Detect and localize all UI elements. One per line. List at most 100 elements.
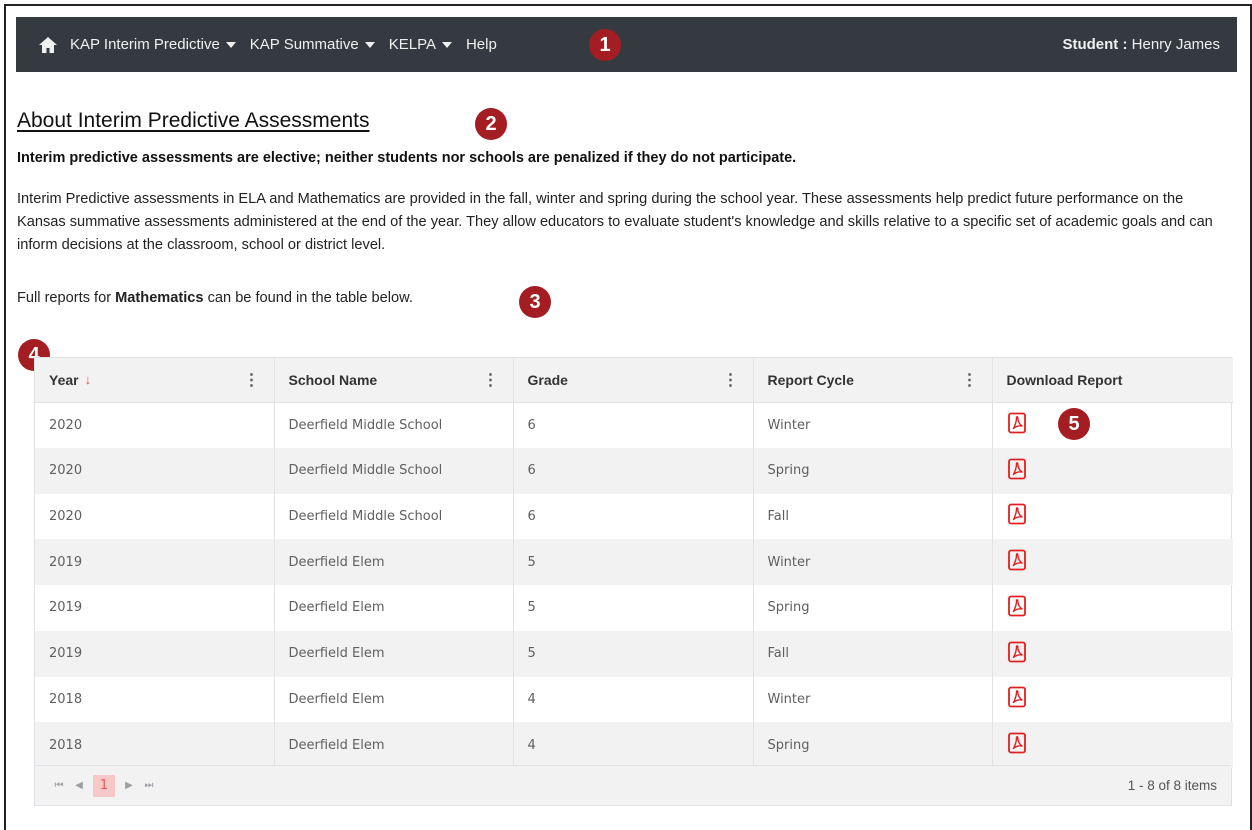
nav-kap-summative-label: KAP Summative	[249, 36, 359, 53]
report-cycle-cell: Spring	[753, 447, 993, 494]
download-report-cell	[992, 402, 1233, 448]
intro-paragraph: Interim Predictive assessments in ELA an…	[17, 191, 1213, 253]
next-page-button[interactable]: ▶	[119, 780, 139, 791]
pdf-icon[interactable]	[1007, 641, 1027, 667]
last-page-button[interactable]: ⏭	[139, 780, 159, 791]
grade-cell: 5	[513, 585, 754, 631]
table-body: 2020 Deerfield Middle School 6 Winter 2020 De…	[35, 402, 1233, 768]
column-header-grade[interactable]: Grade ⋮	[513, 358, 754, 403]
pdf-icon[interactable]	[1007, 412, 1027, 438]
page-number-1[interactable]: 1	[93, 774, 115, 797]
pdf-icon[interactable]	[1007, 686, 1027, 712]
year-cell: 2018	[35, 722, 275, 768]
grade-cell: 6	[513, 447, 754, 494]
elective-notice: Interim predictive assessments are elect…	[17, 150, 797, 166]
column-menu-icon[interactable]: ⋮	[483, 370, 499, 390]
callout-badge-1: 1	[589, 29, 621, 61]
prev-page-button[interactable]: ◀	[69, 780, 89, 791]
pagination-info: 1 - 8 of 8 items	[1127, 778, 1217, 793]
chevron-down-icon	[441, 41, 452, 48]
nav-kap-interim-predictive-label: KAP Interim Predictive	[70, 36, 220, 53]
table-row: 2019 Deerfield Elem 5 Fall	[35, 630, 1233, 677]
report-cycle-cell: Spring	[753, 722, 993, 768]
student-name-value: Henry James	[1131, 36, 1220, 53]
column-header-download-report: Download Report	[992, 358, 1233, 403]
grade-cell: 4	[513, 722, 754, 768]
school-name-cell: Deerfield Elem	[274, 630, 514, 677]
table-row: 2020 Deerfield Middle School 6 Winter	[35, 402, 1233, 448]
reports-subject: Mathematics	[115, 290, 204, 306]
download-report-cell	[992, 585, 1233, 631]
school-name-cell: Deerfield Elem	[274, 585, 514, 631]
column-header-grade-label: Grade	[527, 371, 568, 388]
pagination-bar: ⏮ ◀ 1 ▶ ⏭ 1 - 8 of 8 items	[35, 765, 1231, 805]
pdf-icon[interactable]	[1007, 595, 1027, 621]
pdf-icon[interactable]	[1007, 458, 1027, 484]
nav-kap-summative[interactable]: KAP Summative	[250, 36, 375, 53]
report-cycle-cell: Fall	[753, 493, 993, 540]
school-name-cell: Deerfield Middle School	[274, 447, 514, 494]
year-cell: 2020	[35, 493, 275, 540]
reports-grid: Year ↓ ⋮ School Name ⋮ Grade ⋮ Report Cy…	[34, 357, 1233, 806]
callout-badge-3: 3	[519, 286, 551, 318]
year-cell: 2020	[35, 447, 275, 494]
year-cell: 2019	[35, 585, 275, 631]
chevron-down-icon	[364, 41, 375, 48]
first-page-button[interactable]: ⏮	[49, 780, 69, 791]
column-header-school-label: School Name	[288, 371, 378, 388]
reports-table: Year ↓ ⋮ School Name ⋮ Grade ⋮ Report Cy…	[35, 358, 1233, 768]
chevron-down-icon	[225, 41, 236, 48]
column-menu-icon[interactable]: ⋮	[723, 370, 739, 390]
nav-help[interactable]: Help	[466, 36, 497, 53]
reports-suffix: can be found in the table below.	[207, 290, 413, 306]
report-cycle-cell: Winter	[753, 402, 993, 448]
download-report-cell	[992, 630, 1233, 677]
pdf-icon[interactable]	[1007, 503, 1027, 529]
school-name-cell: Deerfield Middle School	[274, 493, 514, 540]
school-name-cell: Deerfield Elem	[274, 676, 514, 723]
table-row: 2018 Deerfield Elem 4 Winter	[35, 676, 1233, 723]
nav-kelpa-label: KELPA	[388, 36, 436, 53]
report-cycle-cell: Spring	[753, 585, 993, 631]
pdf-icon[interactable]	[1007, 549, 1027, 575]
table-row: 2019 Deerfield Elem 5 Winter	[35, 539, 1233, 585]
column-header-year[interactable]: Year ↓ ⋮	[35, 358, 275, 403]
home-icon[interactable]	[38, 34, 60, 56]
school-name-cell: Deerfield Elem	[274, 722, 514, 768]
reports-description: Full reports for Mathematics can be foun…	[17, 290, 413, 306]
column-header-report-cycle[interactable]: Report Cycle ⋮	[753, 358, 993, 403]
download-report-cell	[992, 494, 1233, 540]
column-header-year-label: Year	[49, 371, 79, 388]
column-menu-icon[interactable]: ⋮	[244, 370, 260, 390]
table-header-row: Year ↓ ⋮ School Name ⋮ Grade ⋮ Report Cy…	[35, 358, 1233, 403]
year-cell: 2019	[35, 539, 275, 585]
grade-cell: 5	[513, 630, 754, 677]
report-cycle-cell: Winter	[753, 539, 993, 585]
table-row: 2019 Deerfield Elem 5 Spring	[35, 585, 1233, 631]
column-menu-icon[interactable]: ⋮	[962, 370, 978, 390]
year-cell: 2020	[35, 402, 275, 448]
grade-cell: 4	[513, 676, 754, 723]
column-header-school-name[interactable]: School Name ⋮	[274, 358, 514, 403]
nav-kelpa[interactable]: KELPA	[389, 36, 452, 53]
student-name: Student : Henry James	[1062, 36, 1220, 53]
table-row: 2018 Deerfield Elem 4 Spring	[35, 722, 1233, 768]
top-navbar: KAP Interim Predictive KAP Summative KEL…	[16, 17, 1237, 72]
year-cell: 2018	[35, 676, 275, 723]
column-header-download-label: Download Report	[1006, 371, 1123, 388]
sort-desc-icon: ↓	[84, 372, 92, 388]
download-report-cell	[992, 447, 1233, 494]
table-row: 2020 Deerfield Middle School 6 Fall	[35, 493, 1233, 540]
callout-badge-5: 5	[1058, 408, 1090, 440]
table-row: 2020 Deerfield Middle School 6 Spring	[35, 447, 1233, 494]
report-cycle-cell: Winter	[753, 676, 993, 723]
grade-cell: 6	[513, 402, 754, 448]
year-cell: 2019	[35, 630, 275, 677]
pdf-icon[interactable]	[1007, 732, 1027, 758]
school-name-cell: Deerfield Elem	[274, 539, 514, 585]
download-report-cell	[992, 539, 1233, 585]
download-report-cell	[992, 722, 1233, 768]
nav-kap-interim-predictive[interactable]: KAP Interim Predictive	[70, 36, 236, 53]
reports-prefix: Full reports for	[17, 290, 112, 306]
column-header-cycle-label: Report Cycle	[767, 371, 854, 388]
